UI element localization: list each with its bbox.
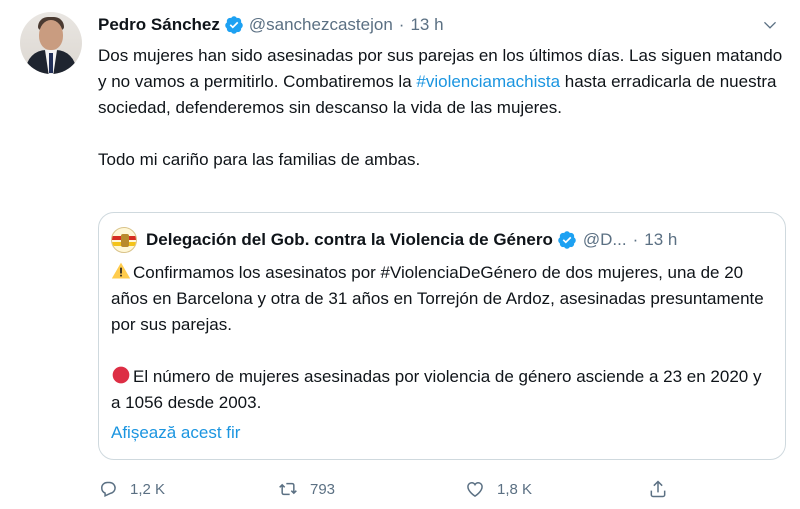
quoted-tweet-timestamp: 13 h [644, 230, 678, 249]
author-display-name[interactable]: Pedro Sánchez [98, 15, 220, 35]
quoted-paragraph: El número de mujeres asesinadas por viol… [111, 364, 771, 416]
author-handle[interactable]: @sanchezcastejon [249, 15, 393, 35]
quoted-author-handle: @D... [582, 230, 627, 249]
like-button[interactable]: 1,8 K [465, 476, 532, 502]
retweet-count: 793 [310, 480, 336, 498]
reply-icon [100, 481, 116, 498]
separator-dot: · [398, 15, 405, 34]
retweet-icon [279, 482, 297, 496]
reply-count: 1,2 K [130, 480, 166, 498]
tweet-header: Pedro Sánchez @sanchezcastejon · 13 h [98, 12, 444, 38]
share-button[interactable] [648, 476, 680, 502]
retweet-button[interactable]: 793 [278, 476, 335, 502]
heart-icon [467, 481, 483, 497]
tweet-timestamp[interactable]: 13 h [410, 15, 443, 35]
show-thread-link[interactable]: Afișează acest fir [111, 423, 240, 443]
share-icon [650, 480, 666, 498]
author-avatar[interactable] [20, 12, 82, 74]
red-circle-emoji-icon [112, 366, 130, 384]
tweet-actions: 1,2 K 793 1,8 K [98, 476, 688, 502]
tweet-paragraph: Todo mi cariño para las familias de amba… [98, 150, 421, 169]
like-count: 1,8 K [497, 480, 533, 498]
tweet: Pedro Sánchez @sanchezcastejon · 13 h Do… [0, 0, 800, 509]
verified-badge-icon [558, 231, 576, 249]
warning-emoji-icon [111, 262, 131, 279]
hashtag-link[interactable]: #violenciamachista [416, 72, 560, 91]
quoted-tweet-header: Delegación del Gob. contra la Violencia … [111, 227, 771, 253]
reply-button[interactable]: 1,2 K [98, 476, 165, 502]
quoted-paragraph-text: Confirmamos los asesinatos por #Violenci… [111, 263, 764, 334]
quoted-paragraph-text: El número de mujeres asesinadas por viol… [111, 367, 762, 412]
quoted-paragraph: Confirmamos los asesinatos por #Violenci… [111, 260, 771, 338]
quoted-tweet[interactable]: Delegación del Gob. contra la Violencia … [98, 212, 786, 460]
quoted-author-display-name: Delegación del Gob. contra la Violencia … [146, 230, 553, 249]
tweet-text: Dos mujeres han sido asesinadas por sus … [98, 43, 788, 173]
separator-dot: · [632, 230, 639, 249]
verified-badge-icon [225, 16, 243, 34]
chevron-down-icon[interactable] [760, 15, 780, 35]
quoted-author-avatar [111, 227, 137, 253]
quoted-tweet-text: Confirmamos los asesinatos por #Violenci… [111, 260, 771, 416]
tweet-paragraph: Dos mujeres han sido asesinadas por sus … [98, 43, 788, 121]
